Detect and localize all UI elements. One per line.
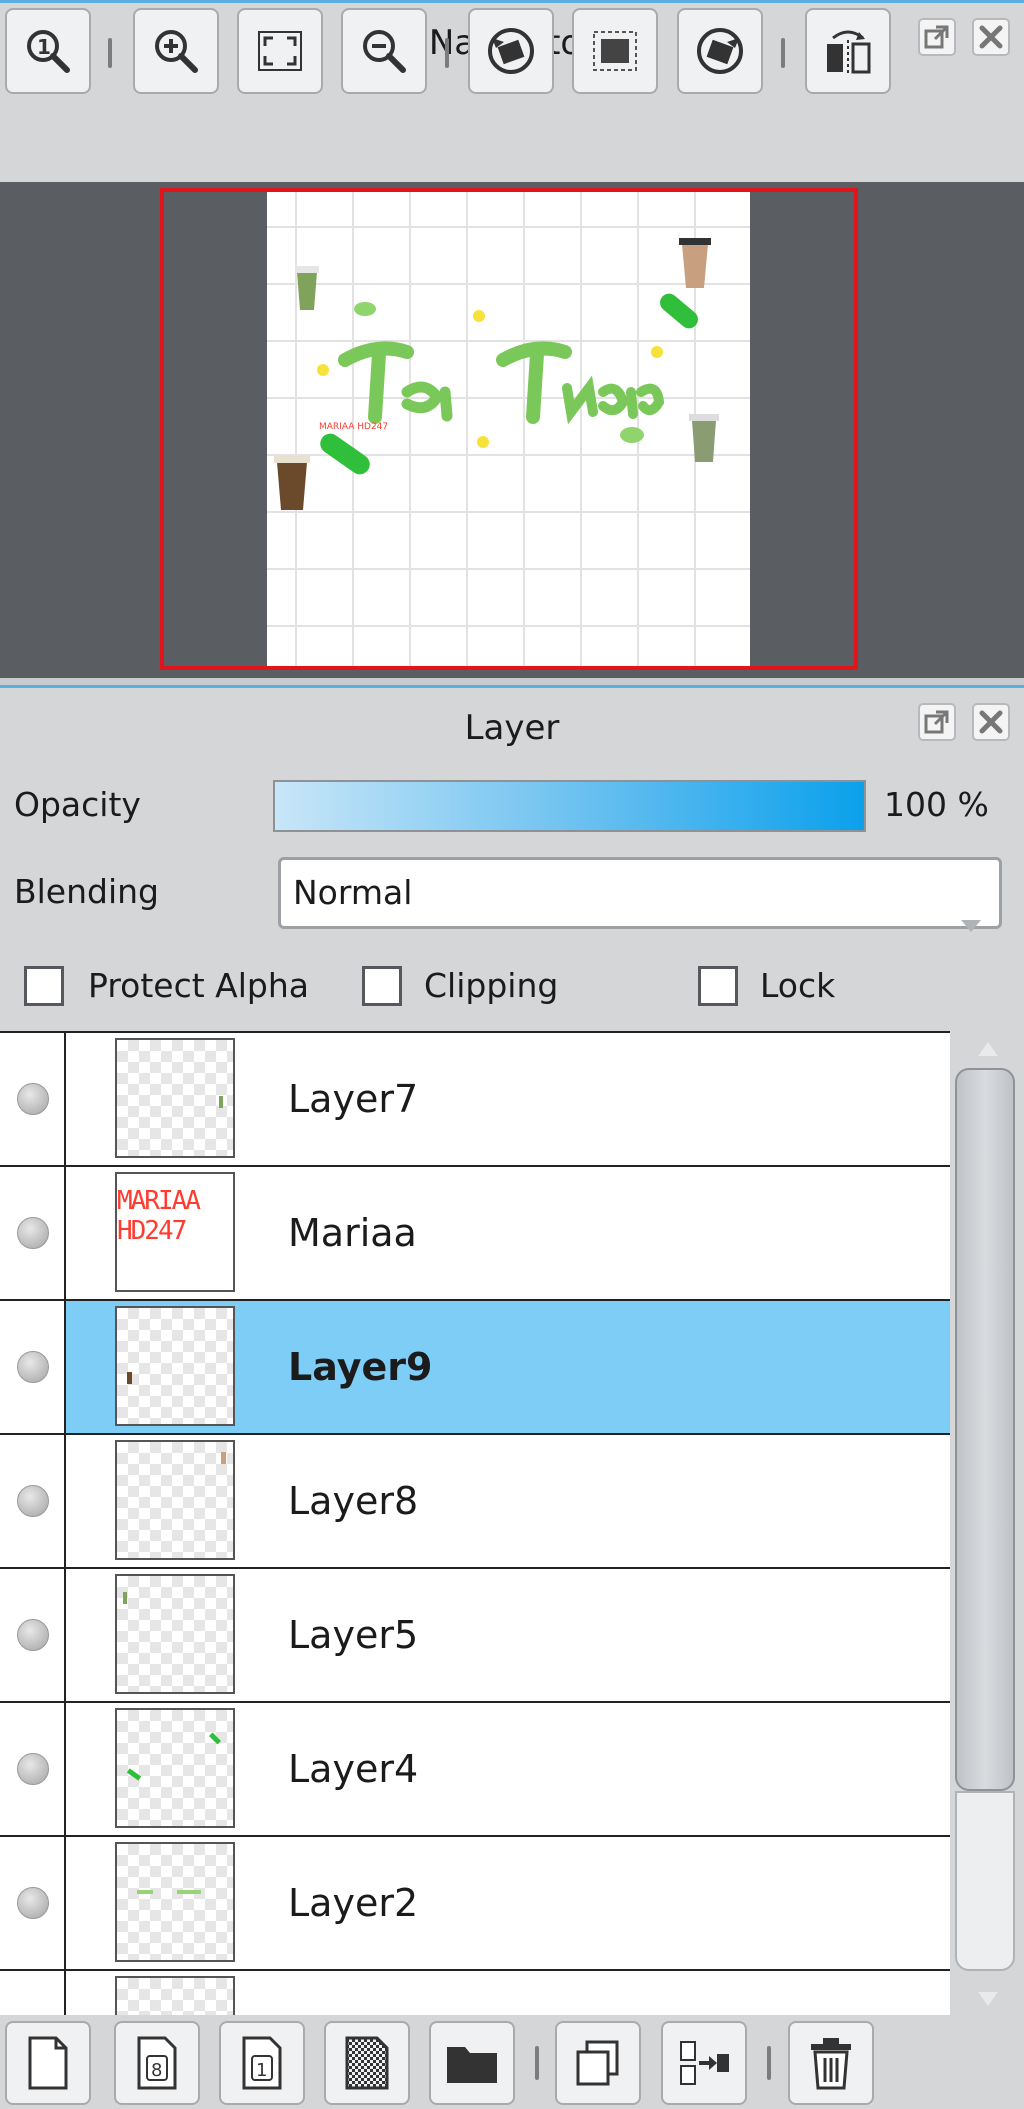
navigator-toolbar — [0, 80, 1024, 182]
scrollbar-rail[interactable] — [955, 1791, 1015, 1971]
visibility-toggle[interactable] — [0, 1435, 66, 1567]
visibility-dot-icon — [17, 1351, 49, 1383]
layer-name: Layer9 — [288, 1345, 433, 1389]
merge-down-icon[interactable] — [661, 2021, 747, 2105]
new-1bit-layer-icon[interactable]: 1 — [219, 2021, 305, 2105]
layer-thumbnail — [115, 1842, 235, 1962]
layer-list: Layer7 MARIAA HD247 Mariaa Layer9 Layer8 — [0, 1031, 950, 2015]
layer-name: Layer2 — [288, 1881, 419, 1925]
layer-thumbnail — [115, 1976, 235, 2015]
scrollbar-thumb[interactable] — [955, 1068, 1015, 1791]
layer-name: Layer7 — [288, 1077, 419, 1121]
new-color-layer-icon[interactable] — [5, 2021, 91, 2105]
toolbar-separator — [108, 38, 112, 68]
visibility-dot-icon — [17, 1887, 49, 1919]
popout-icon[interactable] — [918, 703, 956, 741]
layer-thumbnail — [115, 1574, 235, 1694]
protect-alpha-label: Protect Alpha — [88, 966, 309, 1005]
layer-row-selected[interactable]: Layer9 — [0, 1301, 950, 1435]
new-halftone-layer-icon[interactable] — [324, 2021, 410, 2105]
zoom-actual-size-icon[interactable]: 1 — [5, 8, 91, 94]
blending-label: Blending — [14, 872, 160, 911]
blending-dropdown[interactable]: Normal — [278, 857, 1002, 932]
clipping-checkbox[interactable] — [362, 966, 402, 1006]
toolbar-separator — [535, 2046, 539, 2080]
layer-title: Layer — [464, 708, 560, 748]
clipping-label: Clipping — [424, 966, 559, 1005]
layer-thumbnail — [115, 1306, 235, 1426]
visibility-dot-icon — [17, 1217, 49, 1249]
opacity-label: Opacity — [14, 785, 141, 824]
opacity-value: 100 % — [884, 785, 989, 824]
drink-cup-image — [274, 455, 310, 510]
drink-cup-image — [295, 266, 319, 310]
layer-name: Mariaa — [288, 1211, 417, 1255]
svg-text:8: 8 — [151, 2060, 162, 2081]
duplicate-layer-icon[interactable] — [555, 2021, 641, 2105]
visibility-toggle[interactable] — [0, 1703, 66, 1835]
drink-cup-image — [689, 414, 719, 462]
toolbar-separator — [445, 38, 449, 68]
layer-row[interactable]: Layer2 — [0, 1837, 950, 1971]
layer-name: Layer4 — [288, 1747, 419, 1791]
blending-value: Normal — [293, 873, 413, 912]
toolbar-separator — [767, 2046, 771, 2080]
layer-name: Layer8 — [288, 1479, 419, 1523]
layer-name: Layer5 — [288, 1613, 419, 1657]
scroll-down-arrow-icon[interactable] — [978, 1991, 998, 2010]
opacity-slider[interactable] — [273, 780, 866, 832]
fit-to-window-icon[interactable] — [237, 8, 323, 94]
visibility-dot-icon — [17, 1619, 49, 1651]
layer-thumbnail — [115, 1038, 235, 1158]
flip-horizontal-icon[interactable] — [805, 8, 891, 94]
layer-thumbnail: MARIAA HD247 — [115, 1172, 235, 1292]
reset-rotation-icon[interactable] — [572, 8, 658, 94]
scroll-up-arrow-icon[interactable] — [978, 1041, 998, 1060]
layer-row[interactable]: Layer8 — [0, 1435, 950, 1569]
visibility-toggle[interactable] — [0, 1837, 66, 1969]
zoom-in-icon[interactable] — [133, 8, 219, 94]
new-8bit-layer-icon[interactable]: 8 — [114, 2021, 200, 2105]
thumbnail-text: MARIAA HD247 — [117, 1186, 201, 1246]
rotate-right-icon[interactable] — [677, 8, 763, 94]
visibility-toggle[interactable] — [0, 1301, 66, 1433]
layer-row[interactable]: Layer4 — [0, 1703, 950, 1837]
close-icon[interactable] — [972, 18, 1010, 56]
protect-alpha-checkbox[interactable] — [24, 966, 64, 1006]
toolbar-separator — [781, 38, 785, 68]
layer-row[interactable]: Layer5 — [0, 1569, 950, 1703]
visibility-dot-icon — [17, 1753, 49, 1785]
layer-thumbnail — [115, 1708, 235, 1828]
visibility-toggle[interactable] — [0, 1569, 66, 1701]
layer-thumbnail — [115, 1440, 235, 1560]
popout-icon[interactable] — [918, 18, 956, 56]
visibility-dot-icon — [17, 1485, 49, 1517]
layer-header: Layer — [0, 685, 1024, 765]
chevron-down-icon — [961, 888, 981, 954]
rotate-left-icon[interactable] — [468, 8, 554, 94]
delete-layer-icon[interactable] — [788, 2021, 874, 2105]
lock-label: Lock — [760, 966, 836, 1005]
layer-row[interactable]: MARIAA HD247 Mariaa — [0, 1167, 950, 1301]
lock-checkbox[interactable] — [698, 966, 738, 1006]
canvas-watermark-text: MARIAA HD247 — [319, 422, 389, 432]
visibility-toggle[interactable] — [0, 1167, 66, 1299]
svg-text:1: 1 — [256, 2060, 267, 2081]
visibility-toggle[interactable] — [0, 1971, 66, 2015]
drink-cup-image — [679, 238, 711, 288]
canvas-thumbnail: MARIAA HD247 — [267, 192, 750, 666]
visibility-toggle[interactable] — [0, 1033, 66, 1165]
svg-text:1: 1 — [37, 35, 51, 59]
zoom-out-icon[interactable] — [341, 8, 427, 94]
close-icon[interactable] — [972, 703, 1010, 741]
layer-row[interactable]: Layer7 — [0, 1033, 950, 1167]
visibility-dot-icon — [17, 1083, 49, 1115]
layer-row[interactable] — [0, 1971, 950, 2015]
new-folder-icon[interactable] — [429, 2021, 515, 2105]
